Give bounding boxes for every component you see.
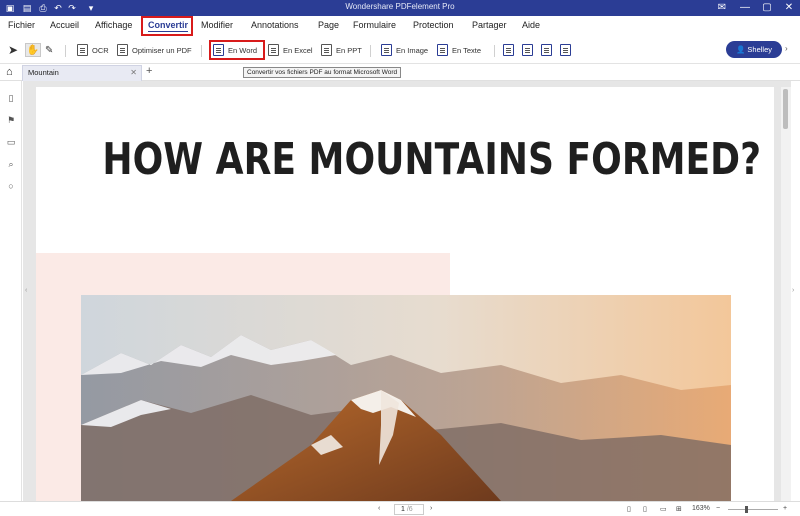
toolbar: ➤ ✋ ✎ OCR Optimiser un PDF En Word En Ex… (0, 36, 800, 64)
optimize-icon (117, 44, 128, 56)
to-ppt-button[interactable]: En PPT (321, 43, 362, 57)
excel-icon (268, 44, 279, 56)
home-icon[interactable]: ⌂ (6, 66, 13, 78)
menu-formulaire[interactable]: Formulaire (353, 20, 396, 30)
edit-tool-icon[interactable]: ✎ (45, 43, 53, 57)
toolbar-separator (65, 45, 66, 57)
two-page-view-icon[interactable]: ▯ (643, 505, 647, 513)
fit-view-icon[interactable]: ⊞ (676, 505, 682, 513)
menu-partager[interactable]: Partager (472, 20, 507, 30)
minimize-icon[interactable]: — (735, 0, 755, 16)
document-headline: HOW ARE MOUNTAINS FORMED? (102, 134, 762, 185)
highlight-convertir (141, 16, 193, 36)
left-collapse-icon[interactable]: ‹ (25, 287, 27, 294)
toolbar-separator (494, 45, 495, 57)
convert-option-3-button[interactable] (541, 43, 556, 57)
ocr-label: OCR (92, 45, 109, 55)
image-icon (381, 44, 392, 56)
convert-format-icon (560, 44, 571, 56)
to-image-button[interactable]: En Image (381, 43, 428, 57)
user-name: Shelley (747, 45, 773, 54)
add-tab-icon[interactable]: + (146, 65, 152, 77)
mountain-photo (81, 295, 731, 501)
convert-option-1-button[interactable] (503, 43, 518, 57)
search-icon[interactable]: ○ (6, 181, 16, 192)
zoom-slider-track[interactable] (728, 509, 778, 510)
zoom-level: 163% (692, 505, 710, 512)
select-tool-icon[interactable]: ➤ (8, 43, 18, 57)
to-excel-button[interactable]: En Excel (268, 43, 313, 57)
single-page-view-icon[interactable]: ▯ (627, 505, 631, 513)
menu-fichier[interactable]: Fichier (8, 20, 35, 30)
convert-format-icon (503, 44, 514, 56)
convert-option-4-button[interactable] (560, 43, 575, 57)
toolbar-separator (370, 45, 371, 57)
menu-protection[interactable]: Protection (413, 20, 454, 30)
current-page: 1 (401, 506, 405, 513)
highlight-to-word (209, 40, 265, 60)
comment-icon[interactable]: ▭ (6, 137, 16, 148)
convert-format-icon (541, 44, 552, 56)
to-ppt-label: En PPT (336, 45, 362, 55)
to-text-label: En Texte (452, 45, 482, 55)
menu-annotations[interactable]: Annotations (251, 20, 299, 30)
to-excel-label: En Excel (283, 45, 313, 55)
total-pages: /6 (406, 506, 413, 513)
page-number-field[interactable]: 1 /6 (394, 504, 424, 515)
tooltip: Convertir vos fichiers PDF au format Mic… (243, 67, 402, 78)
menu-page[interactable]: Page (318, 20, 339, 30)
attachment-icon[interactable]: ⌕ (6, 159, 16, 170)
maximize-icon[interactable]: ▢ (757, 0, 777, 16)
to-image-label: En Image (396, 45, 429, 55)
prev-page-icon[interactable]: ‹ (378, 505, 380, 512)
text-icon (437, 44, 448, 56)
vertical-scrollbar[interactable] (781, 87, 791, 501)
menu-aide[interactable]: Aide (522, 20, 540, 30)
status-bar: ‹ 1 /6 › ▯ ▯ ▭ ⊞ 163% − + (0, 501, 800, 516)
convert-option-2-button[interactable] (522, 43, 537, 57)
ocr-button[interactable]: OCR (77, 43, 109, 57)
window-title: Wondershare PDFelement Pro (345, 2, 455, 11)
to-text-button[interactable]: En Texte (437, 43, 481, 57)
zoom-in-icon[interactable]: + (783, 505, 787, 512)
bookmark-icon[interactable]: ⚑ (6, 115, 16, 126)
user-account-button[interactable]: 👤 Shelley (726, 41, 782, 58)
tab-label: Mountain (28, 68, 59, 77)
scroll-view-icon[interactable]: ▭ (660, 505, 667, 513)
close-tab-icon[interactable]: ✕ (130, 66, 137, 80)
toolbar-more-icon[interactable]: › (785, 44, 788, 53)
toolbar-separator (201, 45, 202, 57)
close-icon[interactable]: ✕ (779, 0, 799, 16)
tab-mountain[interactable]: Mountain ✕ (22, 65, 142, 81)
hand-tool-icon[interactable]: ✋ (25, 43, 41, 57)
thumbnails-icon[interactable]: ▯ (6, 93, 16, 104)
ocr-icon (77, 44, 88, 56)
title-bar: ▣ ▤ ⎙ ↶ ↷ ▾ Wondershare PDFelement Pro ✉… (0, 0, 800, 16)
convert-format-icon (522, 44, 533, 56)
menu-modifier[interactable]: Modifier (201, 20, 233, 30)
scrollbar-thumb[interactable] (783, 89, 788, 129)
left-sidebar: ▯ ⚑ ▭ ⌕ ○ (0, 81, 22, 516)
user-icon: 👤 (735, 45, 748, 54)
menu-accueil[interactable]: Accueil (50, 20, 79, 30)
menu-affichage[interactable]: Affichage (95, 20, 132, 30)
optimize-pdf-button[interactable]: Optimiser un PDF (117, 43, 192, 57)
zoom-out-icon[interactable]: − (716, 505, 720, 512)
mail-icon[interactable]: ✉ (712, 0, 732, 16)
menu-bar: Fichier Accueil Affichage Convertir Modi… (0, 16, 800, 36)
ppt-icon (321, 44, 332, 56)
zoom-slider-handle[interactable] (745, 506, 748, 513)
optimize-label: Optimiser un PDF (132, 45, 192, 55)
next-page-icon[interactable]: › (430, 505, 432, 512)
right-collapse-icon[interactable]: › (792, 287, 794, 294)
